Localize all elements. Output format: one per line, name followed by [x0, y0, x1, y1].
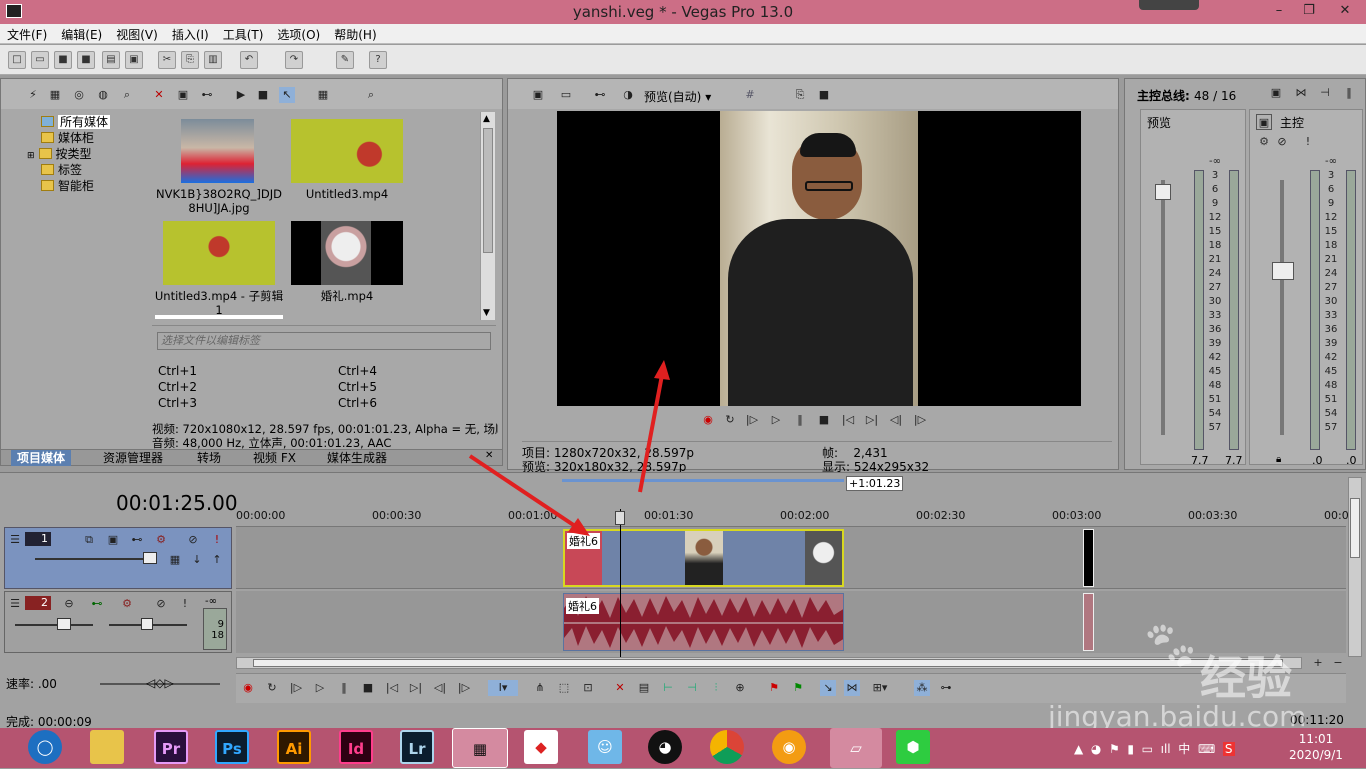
- photoshop-icon[interactable]: Ps: [215, 730, 249, 764]
- arrow-to-preview: [638, 374, 664, 493]
- notes-icon[interactable]: ▱: [830, 728, 882, 768]
- illustrator-icon[interactable]: Ai: [277, 730, 311, 764]
- lightroom-icon[interactable]: Lr: [400, 730, 434, 764]
- watermark-brand: 经验: [1200, 651, 1292, 705]
- tray-network-icon[interactable]: ▭: [1142, 742, 1153, 756]
- app-icon-cat[interactable]: ☺: [588, 730, 622, 764]
- tray-qq-icon[interactable]: ◕: [1091, 742, 1101, 756]
- file-explorer-icon[interactable]: [90, 730, 124, 764]
- watermark: 🐾︎ 经验 jingyan.baidu.com: [1010, 620, 1350, 740]
- baidu-paw-icon: 🐾︎: [1140, 618, 1201, 674]
- browser-icon[interactable]: ◉: [772, 730, 806, 764]
- chrome-icon[interactable]: [710, 730, 744, 764]
- premiere-icon[interactable]: Pr: [154, 730, 188, 764]
- tray-signal-icon[interactable]: ıll: [1161, 742, 1171, 756]
- qq-icon[interactable]: ◕: [648, 730, 682, 764]
- app-icon-green[interactable]: ⬢: [896, 730, 930, 764]
- tray-flag-icon[interactable]: ⚑: [1109, 742, 1120, 756]
- tray-battery-icon[interactable]: ▮: [1127, 742, 1134, 756]
- indesign-icon[interactable]: Id: [339, 730, 373, 764]
- start-icon[interactable]: ◯: [28, 730, 62, 764]
- tray-keyboard-icon[interactable]: ⌨: [1198, 742, 1215, 756]
- clock-time[interactable]: 11:01: [1296, 732, 1336, 746]
- tray-icons: ▲ ◕ ⚑ ▮ ▭ ıll 中 ⌨ S: [1074, 740, 1235, 757]
- arrow-head: [568, 518, 590, 536]
- arrow-head: [654, 360, 670, 380]
- app-icon-colorful[interactable]: ◆: [524, 730, 558, 764]
- tray-up-icon[interactable]: ▲: [1074, 742, 1083, 756]
- clock-date[interactable]: 2020/9/1: [1286, 748, 1346, 762]
- vegas-taskbar-icon[interactable]: ▦: [452, 728, 508, 768]
- tray-sogou-icon[interactable]: S: [1222, 742, 1235, 756]
- taskbar: ◯ Pr Ps Ai Id Lr ▦ ◆ ☺ ◕ ◉ ▱ ⬢ ▲ ◕ ⚑ ▮ ▭…: [0, 728, 1366, 768]
- arrow-to-clip: [468, 454, 580, 530]
- tray-ime[interactable]: 中: [1178, 742, 1190, 756]
